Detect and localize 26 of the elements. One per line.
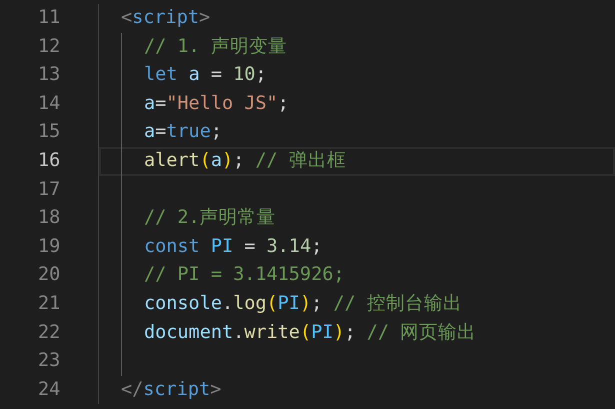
code-line: </script>	[121, 378, 222, 402]
code-line: alert(a); // 弹出框	[144, 148, 346, 173]
code-line: // PI = 3.1415926;	[144, 263, 344, 288]
line-number: 23	[38, 350, 60, 372]
line-number: 18	[38, 207, 60, 228]
code-line: // 1. 声明变量	[144, 34, 287, 59]
code-line: const PI = 3.14;	[144, 234, 322, 259]
line-number: 21	[38, 292, 60, 314]
line-number: 20	[38, 264, 60, 286]
code-line: let a = 10;	[144, 63, 267, 88]
code-line: <script>	[121, 6, 210, 30]
code-line: console.log(PI); // 控制台输出	[144, 292, 462, 316]
line-number: 17	[38, 178, 60, 200]
line-number: 11	[38, 7, 60, 28]
line-number: 24	[38, 378, 60, 400]
line-number: 13	[38, 64, 60, 86]
line-number: 19	[38, 236, 60, 257]
code-line: document.write(PI); // 网页输出	[144, 320, 476, 345]
code-line: a="Hello JS";	[144, 92, 289, 116]
line-number: 14	[38, 92, 60, 114]
line-number: 15	[38, 121, 60, 142]
code-line: // 2.声明常量	[144, 206, 276, 230]
line-number: 16	[38, 150, 60, 171]
line-number: 12	[38, 36, 60, 57]
line-number: 22	[38, 322, 60, 343]
code-line: a=true;	[144, 120, 222, 144]
